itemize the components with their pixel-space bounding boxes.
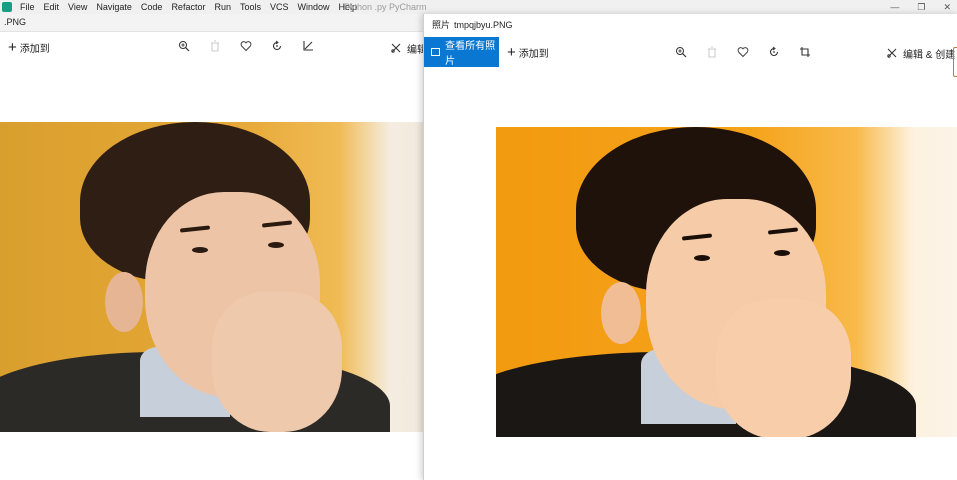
ide-menubar: File Edit View Navigate Code Refactor Ru… — [0, 0, 957, 15]
overflow-edge-button[interactable] — [953, 47, 957, 77]
left-photos-window: .PNG + 添加到 编辑 — [0, 14, 427, 480]
menu-run[interactable]: Run — [214, 0, 231, 14]
favorite-icon[interactable] — [735, 44, 751, 60]
delete-icon[interactable] — [207, 38, 223, 54]
right-photos-window: 照片 tmpqjbyu.PNG 查看所有照片 + 添加到 编辑 & 创建 — [423, 14, 957, 480]
menu-edit[interactable]: Edit — [44, 0, 60, 14]
photo-image — [496, 127, 957, 437]
menu-view[interactable]: View — [68, 0, 87, 14]
favorite-icon[interactable] — [238, 38, 254, 54]
minimize-button[interactable]: — — [890, 0, 899, 14]
menu-vcs[interactable]: VCS — [270, 0, 289, 14]
plus-icon: + — [8, 38, 17, 56]
add-to-label: 添加到 — [19, 44, 50, 55]
edit-create-icon — [388, 40, 404, 56]
left-window-title: .PNG — [4, 17, 27, 27]
right-toolbar: 查看所有照片 + 添加到 编辑 & 创建 ⌄ — [424, 37, 957, 77]
picture-icon — [431, 48, 441, 56]
crop-icon[interactable] — [300, 38, 316, 54]
zoom-in-icon[interactable] — [176, 38, 192, 54]
see-all-photos-button[interactable]: 查看所有照片 — [424, 37, 499, 67]
ide-window-title: Python .py PyCharm — [344, 2, 427, 12]
ide-window-controls: — ❐ ✕ — [890, 0, 951, 14]
plus-icon: + — [507, 43, 516, 61]
pycharm-logo-icon — [2, 2, 12, 12]
app-name: 照片 — [432, 20, 451, 30]
edit-create-label: 编辑 & 创建 — [903, 49, 956, 61]
edit-create-button[interactable]: 编辑 & 创建 ⌄ — [884, 45, 957, 61]
see-all-label: 查看所有照片 — [445, 41, 496, 67]
delete-icon[interactable] — [704, 44, 720, 60]
add-to-label: 添加到 — [518, 49, 549, 60]
menu-file[interactable]: File — [20, 0, 35, 14]
ide-menu-list: File Edit View Navigate Code Refactor Ru… — [20, 0, 357, 14]
file-name: tmpqjbyu.PNG — [454, 20, 513, 30]
maximize-button[interactable]: ❐ — [917, 0, 925, 14]
menu-navigate[interactable]: Navigate — [96, 0, 132, 14]
right-titlebar: 照片 tmpqjbyu.PNG — [424, 14, 957, 37]
zoom-in-icon[interactable] — [673, 44, 689, 60]
rotate-icon[interactable] — [269, 38, 285, 54]
menu-refactor[interactable]: Refactor — [171, 0, 205, 14]
add-to-button[interactable]: + 添加到 — [507, 43, 549, 61]
close-button[interactable]: ✕ — [943, 0, 951, 14]
left-toolbar: + 添加到 编辑 — [0, 32, 427, 62]
edit-button[interactable]: 编辑 — [388, 40, 427, 56]
menu-window[interactable]: Window — [298, 0, 330, 14]
menu-tools[interactable]: Tools — [240, 0, 261, 14]
add-to-button[interactable]: + 添加到 — [8, 38, 50, 56]
rotate-icon[interactable] — [766, 44, 782, 60]
crop-icon[interactable] — [797, 44, 813, 60]
left-titlebar: .PNG — [0, 14, 424, 32]
edit-create-icon — [884, 45, 900, 61]
photo-image — [0, 122, 424, 432]
menu-code[interactable]: Code — [141, 0, 163, 14]
